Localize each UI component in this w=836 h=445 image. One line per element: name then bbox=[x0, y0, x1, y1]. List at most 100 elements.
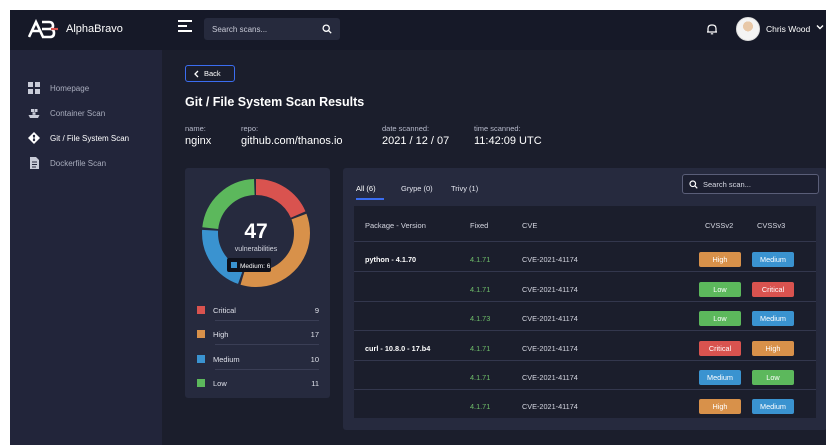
sidebar-item-label: Homepage bbox=[50, 83, 90, 93]
sidebar-item-container-scan[interactable]: Container Scan bbox=[28, 107, 105, 119]
sidebar: Homepage Container Scan Git / File Syste… bbox=[10, 50, 162, 445]
bell-icon[interactable] bbox=[705, 22, 719, 36]
row-divider bbox=[354, 389, 816, 390]
tab-trivy[interactable]: Trivy (1) bbox=[451, 184, 478, 193]
scan-search-input[interactable]: Search scan... bbox=[682, 174, 819, 194]
scan-results-card: All (6) Grype (0) Trivy (1) Search scan.… bbox=[343, 168, 826, 430]
git-icon bbox=[28, 132, 40, 144]
cell-cve: CVE-2021-41174 bbox=[522, 255, 578, 264]
legend-item-critical: Critical 9 bbox=[197, 302, 319, 318]
cvssv2-badge: Low bbox=[699, 311, 741, 326]
app-window: AlphaBravo Search scans... Chris Wood Ho… bbox=[10, 10, 826, 445]
cell-fixed: 4.1.71 bbox=[470, 255, 491, 264]
cell-fixed: 4.1.71 bbox=[470, 285, 491, 294]
vulnerability-table: Package - Version Fixed CVE CVSSv2 CVSSv… bbox=[354, 206, 816, 418]
alphabravo-logo-icon bbox=[28, 19, 58, 39]
meta-name-value: nginx bbox=[185, 135, 212, 147]
scan-search-placeholder: Search scan... bbox=[703, 179, 751, 189]
page-title: Git / File System Scan Results bbox=[185, 95, 365, 109]
menu-toggle-icon[interactable] bbox=[178, 20, 192, 34]
cvssv3-badge: Critical bbox=[752, 282, 794, 297]
header-divider bbox=[354, 241, 816, 242]
vulnerability-total-label: vulnerabilities bbox=[235, 246, 278, 253]
meta-date-label: date scanned: bbox=[382, 124, 430, 133]
column-header-cve: CVE bbox=[522, 221, 538, 230]
cvssv2-badge: High bbox=[699, 252, 741, 267]
back-button[interactable]: Back bbox=[185, 65, 235, 82]
legend-count: 17 bbox=[310, 329, 319, 339]
search-icon bbox=[322, 24, 332, 34]
cell-cve: CVE-2021-41174 bbox=[522, 402, 578, 411]
document-icon bbox=[30, 157, 39, 169]
app-name: AlphaBravo bbox=[66, 23, 123, 35]
cvssv3-badge: High bbox=[752, 341, 794, 356]
meta-date-value: 2021 / 12 / 07 bbox=[382, 135, 450, 147]
app-logo[interactable]: AlphaBravo bbox=[28, 19, 123, 39]
sidebar-item-homepage[interactable]: Homepage bbox=[28, 82, 89, 94]
cell-fixed: 4.1.71 bbox=[470, 402, 491, 411]
cvssv3-badge: Medium bbox=[752, 311, 794, 326]
cell-package: curl - 10.8.0 - 17.b4 bbox=[365, 344, 431, 353]
cell-cve: CVE-2021-41174 bbox=[522, 285, 578, 294]
cvssv2-badge: Medium bbox=[699, 370, 741, 385]
meta-time-value: 11:42:09 UTC bbox=[474, 135, 542, 147]
sidebar-item-git-file-system-scan[interactable]: Git / File System Scan bbox=[28, 132, 129, 144]
legend-count: 11 bbox=[311, 378, 319, 388]
vulnerability-summary-card: 47 vulnerabilities Medium: 6 Critical 9 … bbox=[185, 168, 330, 398]
row-divider bbox=[354, 330, 816, 331]
user-name[interactable]: Chris Wood bbox=[766, 24, 810, 34]
legend-label: High bbox=[213, 329, 229, 339]
column-header-fixed: Fixed bbox=[470, 221, 489, 230]
sidebar-item-dockerfile-scan[interactable]: Dockerfile Scan bbox=[28, 157, 106, 169]
chevron-left-icon bbox=[194, 70, 199, 77]
legend-swatch bbox=[197, 330, 205, 338]
column-header-package: Package - Version bbox=[365, 221, 426, 230]
column-header-cvssv3: CVSSv3 bbox=[757, 221, 786, 230]
meta-repo-value: github.com/thanos.io bbox=[241, 135, 343, 147]
legend-item-medium: Medium 10 bbox=[197, 351, 319, 367]
tab-grype[interactable]: Grype (0) bbox=[401, 184, 433, 193]
legend-label: Low bbox=[213, 378, 227, 388]
column-header-cvssv2: CVSSv2 bbox=[705, 221, 734, 230]
active-tab-indicator bbox=[356, 198, 384, 200]
global-search-input[interactable]: Search scans... bbox=[204, 18, 340, 40]
legend-swatch bbox=[197, 379, 205, 387]
legend-divider bbox=[215, 344, 319, 345]
cell-fixed: 4.1.71 bbox=[470, 344, 491, 353]
legend-item-low: Low 11 bbox=[197, 375, 319, 391]
sidebar-item-label: Git / File System Scan bbox=[50, 133, 130, 143]
back-button-label: Back bbox=[204, 69, 221, 78]
row-divider bbox=[354, 360, 816, 361]
tooltip-swatch bbox=[231, 262, 237, 268]
legend-swatch bbox=[197, 306, 205, 314]
cvssv3-badge: Medium bbox=[752, 252, 794, 267]
cell-fixed: 4.1.71 bbox=[470, 373, 491, 382]
vulnerability-donut-chart: 47 vulnerabilities Medium: 6 bbox=[202, 179, 310, 287]
legend-label: Critical bbox=[213, 305, 236, 315]
cvssv3-badge: Medium bbox=[752, 399, 794, 414]
top-bar: AlphaBravo Search scans... Chris Wood bbox=[10, 10, 826, 50]
search-icon bbox=[689, 179, 698, 189]
legend-count: 9 bbox=[314, 305, 319, 315]
legend-swatch bbox=[197, 355, 205, 363]
legend-label: Medium bbox=[213, 354, 240, 364]
container-ship-icon bbox=[28, 109, 40, 118]
meta-time-label: time scanned: bbox=[474, 124, 521, 133]
vulnerability-total: 47 bbox=[244, 220, 267, 243]
avatar[interactable] bbox=[736, 17, 760, 41]
meta-name-label: name: bbox=[185, 124, 206, 133]
tab-all[interactable]: All (6) bbox=[356, 184, 376, 193]
donut-tooltip-text: Medium: 6 bbox=[240, 263, 271, 270]
legend-item-high: High 17 bbox=[197, 326, 319, 342]
row-divider bbox=[354, 271, 816, 272]
row-divider bbox=[354, 301, 816, 302]
cell-fixed: 4.1.73 bbox=[470, 314, 491, 323]
cell-package: python - 4.1.70 bbox=[365, 255, 417, 264]
cell-cve: CVE-2021-41174 bbox=[522, 314, 578, 323]
grid-icon bbox=[28, 82, 40, 94]
global-search-placeholder: Search scans... bbox=[212, 24, 268, 34]
sidebar-item-label: Container Scan bbox=[50, 108, 106, 118]
meta-repo-label: repo: bbox=[241, 124, 259, 133]
chevron-down-icon[interactable] bbox=[816, 23, 824, 31]
cvssv3-badge: Low bbox=[752, 370, 794, 385]
